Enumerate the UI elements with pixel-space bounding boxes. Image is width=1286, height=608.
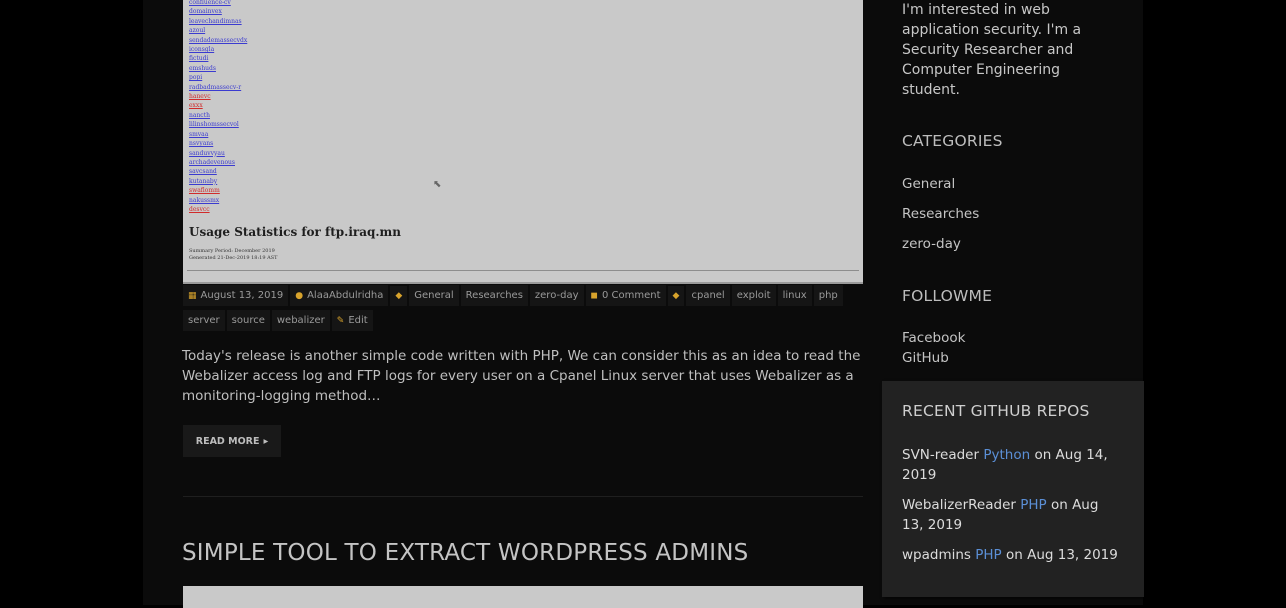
image-link: fictudi: [189, 55, 209, 63]
image-link: savcsand: [189, 168, 217, 176]
recent-github-repos-widget: RECENT GITHUB REPOS SVN-reader Python on…: [882, 381, 1144, 597]
post-separator: [183, 496, 863, 497]
facebook-link[interactable]: Facebook: [902, 330, 1112, 350]
category-tag-icon-chip: ◆: [390, 285, 408, 306]
follow-links: Facebook GitHub: [902, 330, 1112, 370]
mouse-cursor-icon: ⬉: [433, 179, 442, 190]
repo-link[interactable]: WebalizerReader: [902, 497, 1016, 513]
image-link: radbadmassecv-r: [189, 83, 242, 91]
github-link[interactable]: GitHub: [902, 350, 1112, 370]
image-link: leavechandimnas: [189, 17, 242, 25]
repo-language[interactable]: PHP: [1020, 497, 1046, 513]
image-link: exxx: [189, 102, 203, 110]
sidebar-category-zero-day[interactable]: zero-day: [902, 236, 1112, 266]
image-link: swaflomm: [189, 187, 220, 195]
repos-heading: RECENT GITHUB REPOS: [902, 402, 1090, 420]
categories-heading: CATEGORIES: [902, 132, 1003, 150]
post-date[interactable]: ▦ August 13, 2019: [183, 285, 289, 306]
meta-category-zero-day[interactable]: zero-day: [529, 285, 584, 306]
post-featured-image[interactable]: confluence-cv domainvex leavechandimnas azo…: [183, 0, 863, 284]
repo-list: SVN-reader Python on Aug 14, 2019 Webali…: [902, 445, 1122, 575]
image-link: nancth: [189, 111, 210, 119]
post-author[interactable]: ● AlaaAbdulridha: [290, 285, 389, 306]
image-link: iconsgla: [189, 46, 215, 54]
repo-language[interactable]: PHP: [975, 547, 1001, 563]
image-link-list: confluence-cv domainvex leavechandimnas azo…: [189, 0, 247, 214]
image-link: popi: [189, 74, 203, 82]
repo-language[interactable]: Python: [983, 447, 1030, 463]
categories-list: General Researches zero-day: [902, 176, 1112, 266]
repo-item: wpadmins PHP on Aug 13, 2019: [902, 545, 1122, 565]
repo-item: WebalizerReader PHP on Aug 13, 2019: [902, 495, 1122, 535]
repo-link[interactable]: wpadmins: [902, 547, 971, 563]
sidebar-category-researches[interactable]: Researches: [902, 206, 1112, 236]
user-icon: ●: [295, 290, 304, 301]
repo-item: SVN-reader Python on Aug 14, 2019: [902, 445, 1122, 485]
image-heading: Usage Statistics for ftp.iraq.mn: [189, 225, 401, 239]
image-link: nsvyans: [189, 140, 214, 148]
repo-date: on Aug 13, 2019: [1005, 547, 1118, 563]
tags-icon-chip: ◆: [667, 285, 685, 306]
tag-php[interactable]: php: [813, 285, 843, 306]
tag-server[interactable]: server: [183, 310, 225, 331]
image-link: smvaa: [189, 130, 209, 138]
image-link: sendademassecvdx: [189, 36, 248, 44]
tag-exploit[interactable]: exploit: [731, 285, 776, 306]
image-link: hanevc: [189, 93, 211, 101]
next-post-title[interactable]: SIMPLE TOOL TO EXTRACT WORDPRESS ADMINS: [182, 540, 748, 566]
repo-link[interactable]: SVN-reader: [902, 447, 979, 463]
tag-source[interactable]: source: [226, 310, 270, 331]
tags-icon: ◆: [672, 290, 680, 301]
image-link: confluence-cv: [189, 0, 231, 6]
caret-right-icon: ▸: [263, 435, 269, 447]
image-link: lilinshomssecvol: [189, 121, 239, 129]
tag-linux[interactable]: linux: [777, 285, 812, 306]
post-excerpt: Today's release is another simple code w…: [182, 348, 861, 404]
tag-icon: ◆: [395, 290, 403, 301]
image-link: archadevenous: [189, 158, 235, 166]
comment-icon: ◼: [590, 290, 598, 301]
image-summary: Summary Period: December 2019 Generated …: [189, 248, 278, 261]
pencil-icon: ✎: [336, 315, 345, 326]
edit-link[interactable]: ✎ Edit: [331, 310, 373, 331]
post-comments[interactable]: ◼ 0 Comment: [585, 285, 666, 306]
sidebar-about: I'm interested in web application securi…: [902, 2, 1082, 98]
meta-category-general[interactable]: General: [409, 285, 459, 306]
image-divider: [187, 270, 859, 271]
read-more-button[interactable]: READ MORE ▸: [183, 425, 281, 457]
image-link: nakussmx: [189, 196, 220, 204]
image-link: domainvex: [189, 8, 222, 16]
image-link: sanduvvyau: [189, 149, 225, 157]
followme-heading: FOLLOWME: [902, 287, 993, 305]
sidebar-category-general[interactable]: General: [902, 176, 1112, 206]
post-meta: ▦ August 13, 2019 ● AlaaAbdulridha ◆ Gen…: [183, 285, 863, 335]
tag-cpanel[interactable]: cpanel: [686, 285, 730, 306]
tag-webalizer[interactable]: webalizer: [271, 310, 330, 331]
image-link: desvcc: [189, 205, 210, 213]
image-link: kutanaby: [189, 177, 218, 185]
image-link: emshuds: [189, 64, 216, 72]
image-link: azoul: [189, 27, 206, 35]
meta-category-researches[interactable]: Researches: [460, 285, 528, 306]
calendar-icon: ▦: [188, 290, 197, 301]
